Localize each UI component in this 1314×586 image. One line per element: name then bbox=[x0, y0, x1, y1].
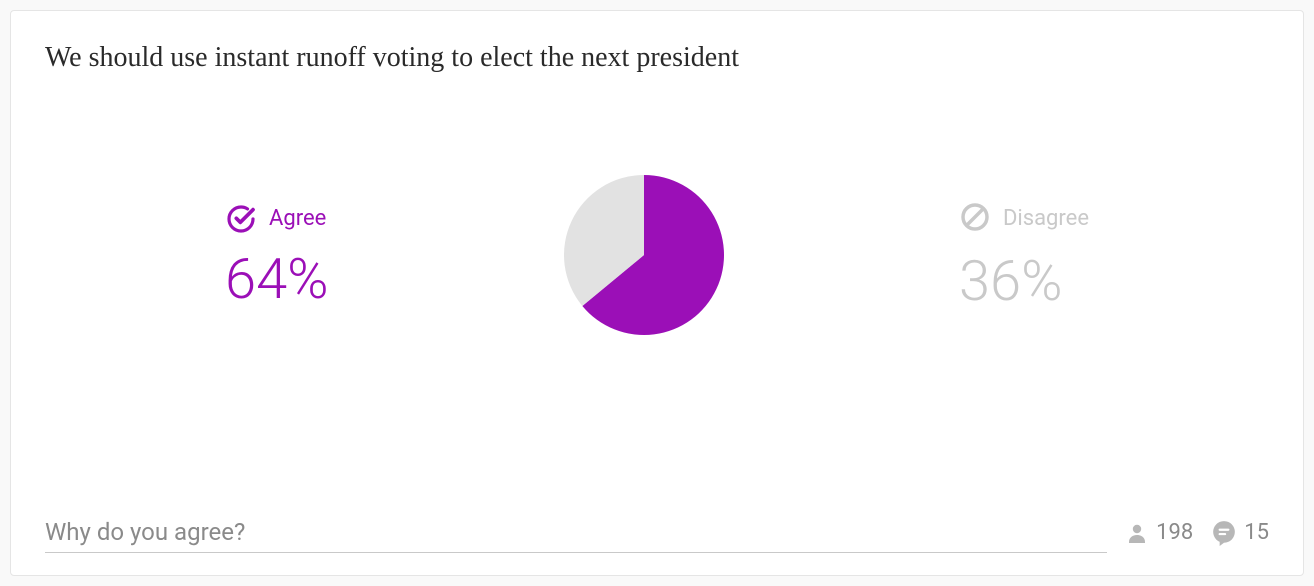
option-disagree[interactable]: Disagree 36% bbox=[959, 201, 1089, 309]
poll-title: We should use instant runoff voting to e… bbox=[45, 41, 1269, 75]
comment-icon bbox=[1211, 520, 1237, 546]
comments-stat[interactable]: 15 bbox=[1211, 520, 1269, 546]
option-agree-percent: 64% bbox=[225, 251, 329, 307]
results-pie-chart bbox=[564, 175, 724, 335]
comments-count: 15 bbox=[1244, 520, 1269, 545]
option-agree-header: Agree bbox=[225, 203, 329, 235]
ban-icon bbox=[959, 201, 991, 237]
poll-footer: 198 15 bbox=[45, 512, 1269, 553]
poll-card: We should use instant runoff voting to e… bbox=[10, 10, 1304, 576]
user-icon bbox=[1125, 521, 1149, 545]
participants-stat: 198 bbox=[1125, 520, 1193, 545]
option-agree-label: Agree bbox=[269, 206, 326, 231]
poll-results: Agree 64% Disagree 36% bbox=[45, 175, 1269, 335]
option-disagree-percent: 36% bbox=[959, 253, 1089, 309]
option-disagree-header: Disagree bbox=[959, 201, 1089, 237]
comment-input[interactable] bbox=[45, 512, 1107, 553]
check-circle-icon bbox=[225, 203, 257, 235]
option-agree[interactable]: Agree 64% bbox=[225, 203, 329, 307]
participants-count: 198 bbox=[1156, 520, 1193, 545]
option-disagree-label: Disagree bbox=[1003, 206, 1089, 231]
